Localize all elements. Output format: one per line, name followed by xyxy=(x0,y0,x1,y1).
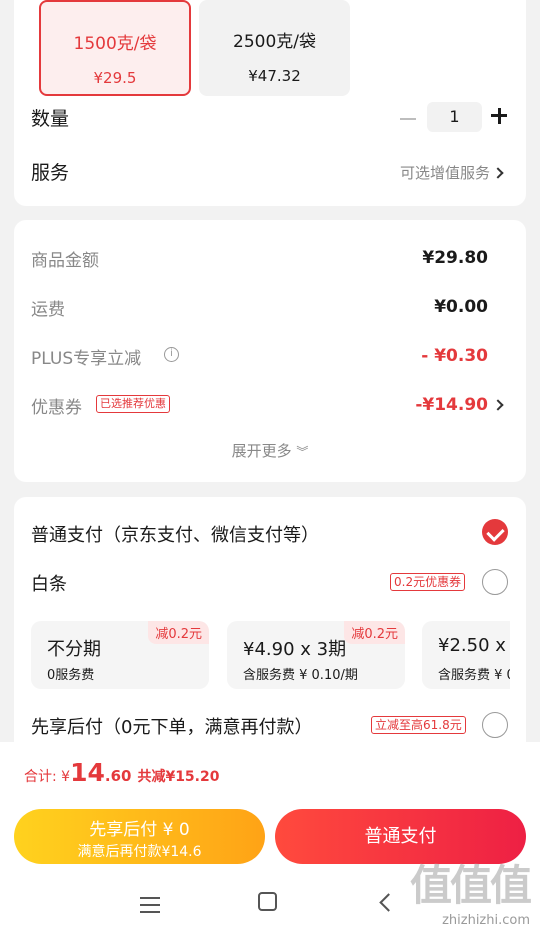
pay-later-button[interactable]: 先享后付 ¥ 0 满意后再付款¥14.6 xyxy=(14,809,265,864)
freight-value: ¥0.00 xyxy=(434,297,488,317)
baitiao-coupon-tag: 0.2元优惠券 xyxy=(390,573,466,591)
plus-discount-label: PLUS专享立减 xyxy=(31,349,142,369)
watermark: 值值值 zhizhizhi.com xyxy=(409,852,532,928)
installment-title: ¥4.90 x 3期 xyxy=(243,639,347,660)
spec-option-2500g[interactable]: 2500克/袋 ¥47.32 xyxy=(199,0,350,96)
spec-option-1500g[interactable]: 1500克/袋 ¥29.5 xyxy=(39,0,191,96)
quantity-plus-button[interactable] xyxy=(490,103,508,129)
info-icon[interactable]: i xyxy=(164,347,179,362)
installment-option-none[interactable]: 减0.2元 不分期 0服务费 xyxy=(31,621,209,689)
watermark-logo: 值值值 xyxy=(409,861,532,910)
check-selected-icon[interactable] xyxy=(482,519,508,545)
normal-pay-label[interactable]: 普通支付（京东支付、微信支付等） xyxy=(31,521,319,547)
expand-more-button[interactable]: 展开更多 ︾ xyxy=(14,440,526,461)
freight-label: 运费 xyxy=(31,300,65,320)
total-amount: 合计: ¥14.60 共减¥15.20 xyxy=(24,758,219,787)
coupon-label: 优惠券 xyxy=(31,398,82,418)
expand-more-label: 展开更多 xyxy=(231,442,292,460)
installment-option-3[interactable]: 减0.2元 ¥4.90 x 3期 含服务费 ¥ 0.10/期 xyxy=(227,621,405,689)
quantity-label: 数量 xyxy=(31,108,70,130)
chevron-down-icon: ︾ xyxy=(296,445,309,459)
spec-price: ¥29.5 xyxy=(93,69,137,87)
spec-card: 1500克/袋 ¥29.5 2500克/袋 ¥47.32 数量 1 服务 可选增… xyxy=(14,0,526,206)
total-dec: .60 xyxy=(104,767,132,785)
installment-badge: 减0.2元 xyxy=(344,621,405,644)
pay-later-tag: 立减至高61.8元 xyxy=(371,716,466,734)
goods-amount-value: ¥29.80 xyxy=(422,248,488,268)
quantity-input[interactable]: 1 xyxy=(427,102,482,132)
pay-later-label[interactable]: 先享后付（0元下单，满意再付款） xyxy=(31,713,312,739)
goods-amount-label: 商品金额 xyxy=(31,251,99,271)
pay-later-radio[interactable] xyxy=(482,712,508,738)
baitiao-label[interactable]: 白条 xyxy=(31,570,67,596)
service-label: 服务 xyxy=(31,162,70,184)
checkout-bar: 合计: ¥14.60 共减¥15.20 先享后付 ¥ 0 满意后再付款¥14.6 … xyxy=(0,742,540,934)
spec-name: 1500克/袋 xyxy=(73,34,157,54)
installment-sub: 含服务费 ¥ 0.10/期 xyxy=(243,668,358,683)
chevron-right-icon xyxy=(492,399,504,411)
watermark-url: zhizhizhi.com xyxy=(442,913,530,928)
service-hint[interactable]: 可选增值服务 xyxy=(400,162,490,183)
installment-title: ¥2.50 x xyxy=(438,635,506,656)
home-icon[interactable] xyxy=(258,892,277,911)
coupon-value[interactable]: -¥14.90 xyxy=(415,395,488,415)
installment-sub: 含服务费 ¥ 0 xyxy=(438,668,510,683)
menu-icon[interactable] xyxy=(140,897,160,913)
spec-price: ¥47.32 xyxy=(248,67,301,85)
plus-discount-value: - ¥0.30 xyxy=(421,346,488,366)
total-saved: 共减¥15.20 xyxy=(137,769,220,785)
baitiao-radio[interactable] xyxy=(482,569,508,595)
pay-later-button-sub: 满意后再付款¥14.6 xyxy=(77,844,202,860)
price-card: 商品金额 ¥29.80 运费 ¥0.00 PLUS专享立减 i - ¥0.30 … xyxy=(14,220,526,482)
installment-sub: 0服务费 xyxy=(47,668,95,683)
quantity-minus-button[interactable] xyxy=(400,118,416,120)
total-int: 14 xyxy=(70,758,105,787)
chevron-right-icon xyxy=(492,167,504,179)
total-prefix: 合计: ¥ xyxy=(24,769,71,785)
back-icon[interactable] xyxy=(379,893,398,912)
coupon-tag: 已选推荐优惠 xyxy=(96,395,170,413)
installment-option-more[interactable]: ¥2.50 x 含服务费 ¥ 0 xyxy=(422,621,510,689)
spec-name: 2500克/袋 xyxy=(233,32,316,52)
pay-later-button-title: 先享后付 ¥ 0 xyxy=(89,820,190,840)
installment-title: 不分期 xyxy=(47,639,101,660)
installment-badge: 减0.2元 xyxy=(148,621,209,644)
